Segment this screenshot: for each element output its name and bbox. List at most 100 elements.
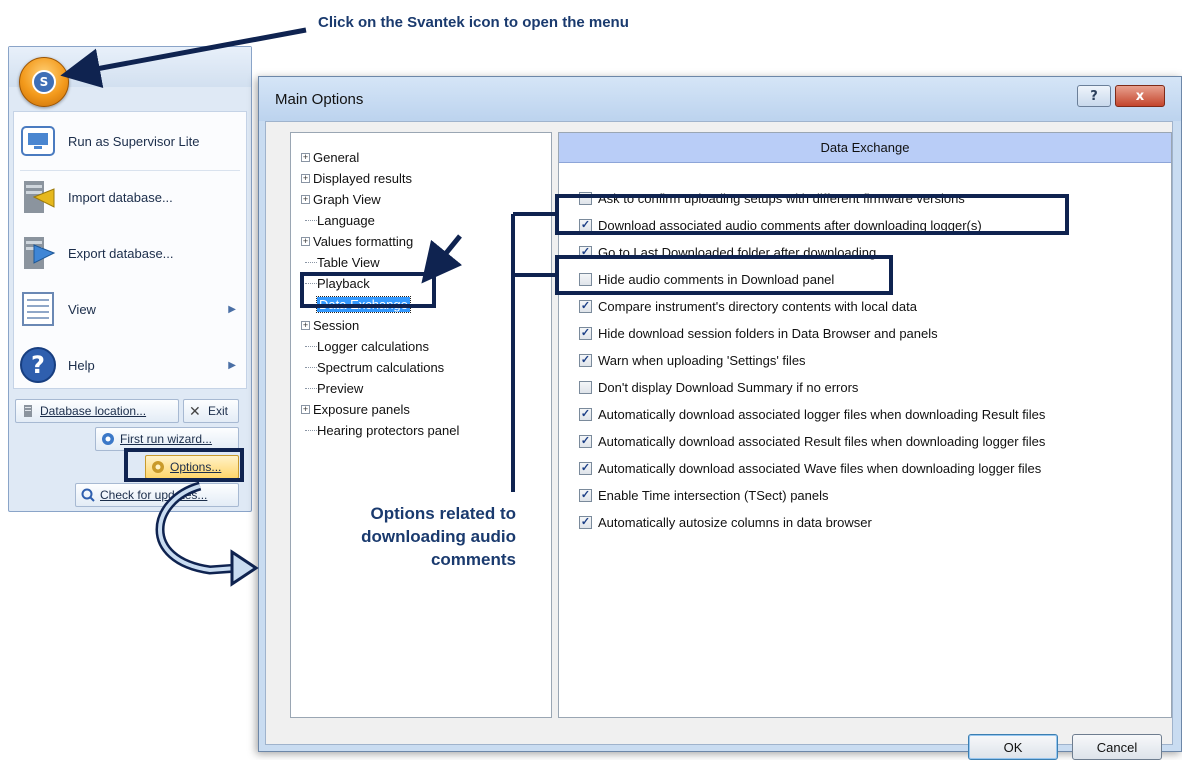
- search-icon: [81, 488, 95, 502]
- expand-icon[interactable]: +: [301, 173, 310, 183]
- exit-label: Exit: [208, 404, 229, 418]
- option-autosize-columns[interactable]: ✓ Automatically autosize columns in data …: [579, 511, 872, 533]
- help-icon: ?: [18, 345, 58, 385]
- submenu-arrow-icon: ▶: [228, 303, 236, 315]
- svantek-logo-icon: S: [32, 70, 56, 94]
- monitor-icon: [18, 121, 58, 161]
- side-callout: Options related to downloading audio com…: [361, 504, 516, 569]
- menu-item-label: Export database...: [68, 245, 174, 261]
- data-exchange-highlight-box: [300, 272, 436, 308]
- tree-item-label: Table View: [317, 254, 380, 270]
- tree-connector: [305, 366, 317, 368]
- menu-item-label: Run as Supervisor Lite: [68, 133, 200, 149]
- svg-text:?: ?: [31, 351, 45, 379]
- option-time-intersection[interactable]: ✓ Enable Time intersection (TSect) panels: [579, 484, 829, 506]
- tree-item-label: Hearing protectors panel: [317, 422, 460, 438]
- close-icon: x: [1135, 88, 1145, 104]
- tree-connector: [305, 219, 317, 221]
- view-icon: [18, 289, 58, 329]
- option-auto-result-files[interactable]: ✓ Automatically download associated Resul…: [579, 430, 1045, 452]
- option-label: Automatically download associated Wave f…: [598, 460, 1042, 476]
- option-auto-wave-files[interactable]: ✓ Automatically download associated Wave …: [579, 457, 1041, 479]
- cancel-button[interactable]: Cancel: [1072, 734, 1162, 760]
- tree-item-general[interactable]: + General: [301, 147, 359, 167]
- tree-item-label: Language: [317, 212, 375, 228]
- svantek-menu-button[interactable]: S: [19, 57, 69, 107]
- expand-icon[interactable]: +: [301, 194, 310, 204]
- checkbox[interactable]: ✓: [579, 407, 592, 421]
- tree-item-values-formatting[interactable]: + Values formatting: [301, 231, 413, 251]
- options-tree: + General + Displayed results + Graph View …: [290, 132, 552, 718]
- curved-arrow-head: [230, 549, 259, 587]
- tree-item-logger-calculations[interactable]: Logger calculations: [305, 336, 429, 356]
- checkbox[interactable]: ✓: [579, 434, 592, 448]
- tree-item-label: Session: [313, 317, 360, 333]
- tree-connector: [305, 261, 317, 263]
- check-updates-button[interactable]: Check for updates...: [75, 483, 239, 507]
- database-location-label: Database location...: [40, 404, 147, 418]
- question-icon: ?: [1090, 88, 1098, 104]
- tree-item-hearing-protectors-panel[interactable]: Hearing protectors panel: [305, 420, 459, 440]
- menu-item-run-supervisor-lite[interactable]: Run as Supervisor Lite: [18, 116, 244, 166]
- checkbox[interactable]: ✓: [579, 488, 592, 502]
- tree-item-label: Preview: [317, 380, 364, 396]
- tree-item-table-view[interactable]: Table View: [305, 252, 380, 272]
- option-warn-settings[interactable]: ✓ Warn when uploading 'Settings' files: [579, 349, 806, 371]
- tree-item-language[interactable]: Language: [305, 210, 375, 230]
- tree-connector: [305, 387, 317, 389]
- option-label: Hide download session folders in Data Br…: [598, 325, 938, 341]
- checkbox[interactable]: [579, 380, 592, 394]
- database-icon: [24, 405, 32, 417]
- option-hide-session-folders[interactable]: ✓ Hide download session folders in Data B…: [579, 322, 938, 344]
- expand-icon[interactable]: +: [301, 236, 310, 246]
- ok-button[interactable]: OK: [968, 734, 1058, 760]
- option-label: Automatically autosize columns in data b…: [598, 514, 872, 530]
- tree-connector: [305, 345, 317, 347]
- tree-item-label: Logger calculations: [317, 338, 430, 354]
- menu-item-label: View: [68, 301, 96, 317]
- submenu-arrow-icon: ▶: [228, 359, 236, 371]
- expand-icon[interactable]: +: [301, 404, 310, 414]
- menu-item-help[interactable]: ? Help ▶: [18, 340, 244, 390]
- tree-item-label: Exposure panels: [313, 401, 410, 417]
- checkbox[interactable]: ✓: [579, 515, 592, 529]
- menu-item-import-database[interactable]: Import database...: [18, 172, 244, 222]
- check-updates-label: Check for updates...: [100, 488, 208, 502]
- checkbox[interactable]: ✓: [579, 299, 592, 313]
- option-auto-logger-files[interactable]: ✓ Automatically download associated logge…: [579, 403, 1045, 425]
- dialog-title-bar: Main Options ? x: [259, 77, 1181, 121]
- option-label: Compare instrument's directory contents …: [598, 298, 917, 314]
- help-button[interactable]: ?: [1077, 85, 1111, 107]
- menu-panel: Run as Supervisor Lite Import database..…: [13, 111, 247, 389]
- first-run-wizard-label: First run wizard...: [120, 432, 213, 446]
- expand-icon[interactable]: +: [301, 320, 310, 330]
- top-callout: Click on the Svantek icon to open the me…: [318, 14, 629, 31]
- tree-item-graph-view[interactable]: + Graph View: [301, 189, 381, 209]
- close-icon: ✕: [189, 403, 201, 419]
- option-no-download-summary[interactable]: Don't display Download Summary if no err…: [579, 376, 858, 398]
- tree-item-label: Graph View: [313, 191, 381, 207]
- tree-item-session[interactable]: + Session: [301, 315, 359, 335]
- panel-header: Data Exchange: [559, 133, 1171, 163]
- tree-item-displayed-results[interactable]: + Displayed results: [301, 168, 412, 188]
- option-compare-directory[interactable]: ✓ Compare instrument's directory contents…: [579, 295, 917, 317]
- option-label: Automatically download associated logger…: [598, 406, 1046, 422]
- main-options-dialog: Main Options ? x + General + Displayed res…: [258, 76, 1182, 760]
- import-icon: [18, 177, 58, 217]
- database-location-button[interactable]: Database location...: [15, 399, 179, 423]
- tree-item-spectrum-calculations[interactable]: Spectrum calculations: [305, 357, 444, 377]
- checkbox[interactable]: ✓: [579, 326, 592, 340]
- option-label: Warn when uploading 'Settings' files: [598, 352, 806, 368]
- checkbox[interactable]: ✓: [579, 353, 592, 367]
- menu-item-view[interactable]: View ▶: [18, 284, 244, 334]
- menu-item-label: Help: [68, 357, 95, 373]
- option-label: Don't display Download Summary if no err…: [598, 379, 859, 395]
- close-button[interactable]: x: [1115, 85, 1165, 107]
- menu-divider: [20, 170, 240, 171]
- menu-item-export-database[interactable]: Export database...: [18, 228, 244, 278]
- checkbox[interactable]: ✓: [579, 461, 592, 475]
- exit-button[interactable]: ✕ Exit: [183, 399, 239, 423]
- tree-item-exposure-panels[interactable]: + Exposure panels: [301, 399, 410, 419]
- expand-icon[interactable]: +: [301, 152, 310, 162]
- tree-item-preview[interactable]: Preview: [305, 378, 363, 398]
